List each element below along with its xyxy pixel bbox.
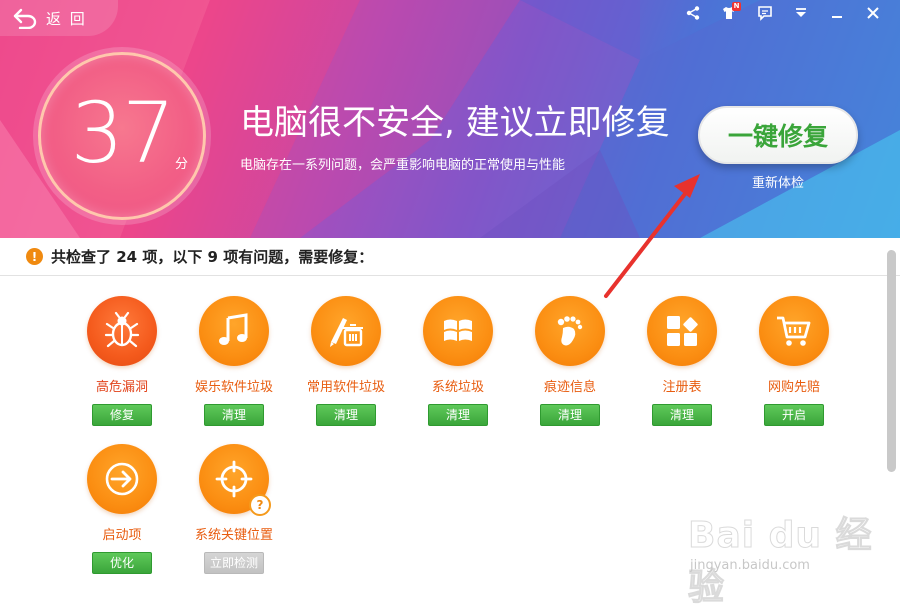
minimize-icon	[832, 16, 842, 18]
problem-action-button[interactable]: 清理	[652, 404, 712, 426]
problem-label: 注册表	[662, 380, 702, 395]
skin-new-badge: N	[732, 2, 741, 11]
startup-arrow-icon	[105, 462, 139, 496]
check-summary: ! 共检查了 24 项，以下 9 项有问题，需要修复：	[0, 238, 900, 276]
back-label: 返 回	[46, 9, 87, 28]
problem-action-button[interactable]: 清理	[316, 404, 376, 426]
problem-icon-circle[interactable]	[647, 296, 717, 366]
problem-icon-circle[interactable]	[535, 296, 605, 366]
pen-trash-icon	[330, 318, 363, 347]
one-click-fix-button[interactable]: 一键修复	[698, 106, 858, 164]
bug-icon	[104, 311, 140, 348]
watermark-sub: jingyan.baidu.com	[690, 558, 810, 573]
baidu-jingyan-watermark: Bai du 经验 jingyan.baidu.com	[688, 502, 888, 609]
close-button[interactable]	[860, 3, 886, 23]
problem-action-button[interactable]: 清理	[204, 404, 264, 426]
problem-label: 常用软件垃圾	[306, 380, 385, 395]
problem-label: 系统关键位置	[194, 528, 273, 543]
menu-icon	[796, 8, 806, 17]
problem-action-button[interactable]: 立即检测	[204, 552, 264, 574]
problem-item-system-junk: 系统垃圾 清理	[403, 296, 513, 426]
problem-action-button[interactable]: 修复	[92, 404, 152, 426]
problem-action-button[interactable]: 开启	[764, 404, 824, 426]
header-banner: 返 回 N 37 分 电脑很不安全, 建议立即修复 电脑存在一系列问题，会严重影…	[0, 0, 900, 238]
problem-item-shopping-protection: 网购先赔 开启	[739, 296, 849, 426]
problem-item-common-software-junk: 常用软件垃圾 清理	[291, 296, 401, 426]
vertical-scrollbar[interactable]	[887, 250, 896, 472]
problem-label: 痕迹信息	[543, 380, 596, 395]
problem-icon-circle[interactable]	[199, 296, 269, 366]
back-arrow-icon	[13, 8, 37, 29]
share-button[interactable]	[680, 3, 706, 23]
registry-blocks-icon	[667, 316, 698, 346]
problem-icon-circle[interactable]: ?	[199, 444, 271, 516]
problem-label: 娱乐软件垃圾	[194, 380, 273, 395]
windows-icon	[444, 319, 472, 341]
problem-icon-circle[interactable]	[311, 296, 381, 366]
problem-icon-circle[interactable]	[87, 296, 157, 366]
close-icon	[867, 7, 879, 19]
problem-action-button[interactable]: 清理	[428, 404, 488, 426]
summary-text: 共检查了 24 项，以下 9 项有问题，需要修复：	[51, 248, 374, 266]
unknown-status-badge: ?	[249, 494, 271, 516]
problem-label: 系统垃圾	[431, 380, 484, 395]
problem-label: 高危漏洞	[95, 380, 148, 395]
menu-button[interactable]	[788, 3, 814, 23]
problem-icon-circle[interactable]	[87, 444, 157, 514]
problem-action-button[interactable]: 清理	[540, 404, 600, 426]
shopping-cart-icon	[777, 316, 811, 346]
footprint-icon	[557, 316, 583, 346]
window-controls: N	[680, 2, 886, 23]
warning-icon: !	[26, 248, 43, 265]
problem-action-button[interactable]: 优化	[92, 552, 152, 574]
recheck-link[interactable]: 重新体检	[698, 172, 858, 191]
feedback-icon	[758, 6, 772, 21]
back-button[interactable]: 返 回	[0, 0, 118, 36]
score-ring: 37 分	[38, 52, 206, 220]
problem-item-registry: 注册表 清理	[627, 296, 737, 426]
problem-item-system-key-locations: ? 系统关键位置 立即检测	[179, 444, 289, 574]
score-unit: 分	[175, 157, 189, 172]
feedback-button[interactable]	[752, 3, 778, 23]
problem-item-entertainment-junk: 娱乐软件垃圾 清理	[179, 296, 289, 426]
problem-icon-circle[interactable]	[759, 296, 829, 366]
skin-button[interactable]: N	[716, 2, 742, 23]
share-icon	[686, 6, 700, 20]
status-subline: 电脑存在一系列问题，会严重影响电脑的正常使用与性能	[240, 158, 566, 173]
problem-item-vulnerability: 高危漏洞 修复	[67, 296, 177, 426]
problem-label: 网购先赔	[767, 380, 820, 395]
crosshair-icon	[215, 460, 253, 498]
problem-icon-circle[interactable]	[423, 296, 493, 366]
problem-label: 启动项	[102, 528, 142, 543]
music-note-icon	[219, 313, 248, 345]
status-headline: 电脑很不安全, 建议立即修复	[240, 103, 670, 143]
problem-item-trace-info: 痕迹信息 清理	[515, 296, 625, 426]
problem-item-startup: 启动项 优化	[67, 444, 177, 574]
minimize-button[interactable]	[824, 3, 850, 23]
